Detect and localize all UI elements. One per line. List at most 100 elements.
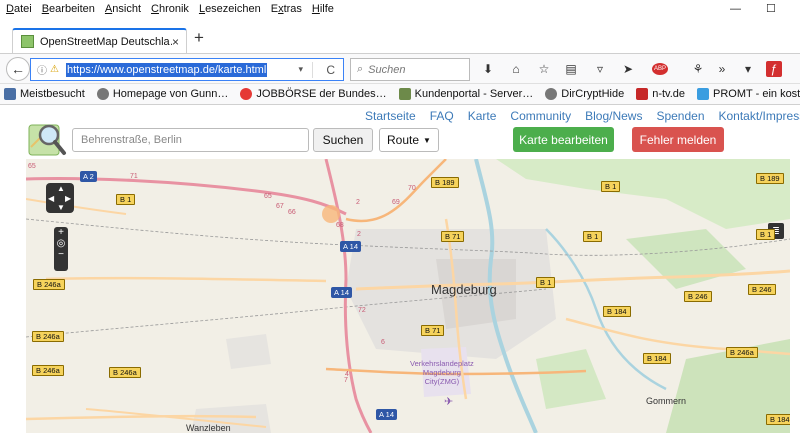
road-shield: B 246a: [32, 365, 64, 376]
bookmark-promt[interactable]: PROMT - ein kostenlo…: [697, 88, 800, 100]
osm-logo-icon[interactable]: [27, 119, 67, 159]
dropdown-chevron-icon[interactable]: ▾: [740, 61, 756, 77]
exit-number: 6: [381, 339, 385, 346]
place-search-input[interactable]: Behrenstraße, Berlin: [72, 128, 309, 152]
menu-ansicht[interactable]: Ansicht: [105, 3, 141, 15]
flash-icon[interactable]: ƒ: [766, 61, 782, 77]
bookmark-star-icon[interactable]: ☆: [536, 61, 552, 77]
pan-left-icon[interactable]: ◀: [48, 194, 54, 203]
tab-openstreetmap[interactable]: OpenStreetMap Deutschla… ×: [12, 28, 187, 53]
exit-number: 66: [288, 209, 296, 216]
autobahn-shield: A 14: [331, 287, 353, 298]
extension-icon[interactable]: ⚘: [690, 61, 706, 77]
link-community[interactable]: Community: [510, 109, 571, 123]
bookmark-meistbesucht[interactable]: Meistbesucht: [4, 88, 85, 100]
airport-label: Verkehrslandeplatz Magdeburg City(ZMG): [410, 359, 474, 386]
town-label-wanzleben: Wanzleben: [186, 423, 231, 433]
menu-lesezeichen[interactable]: Lesezeichen: [199, 3, 261, 15]
menu-extras[interactable]: Extras: [271, 3, 302, 15]
road-shield: B 71: [441, 231, 465, 242]
road-shield: B 246a: [33, 279, 65, 290]
url-bar[interactable]: ⓘ ⚠ https://www.openstreetmap.de/karte.h…: [30, 58, 344, 81]
zoom-control: + ◎ −: [54, 227, 68, 271]
airport-icon: ✈: [444, 396, 454, 408]
back-button[interactable]: ←: [6, 57, 30, 81]
road-shield: B 71: [421, 325, 445, 336]
bookmark-ntv[interactable]: n-tv.de: [636, 88, 685, 100]
exit-number: 70: [408, 185, 416, 192]
pan-down-icon[interactable]: ▼: [57, 203, 65, 212]
city-label: Magdeburg: [431, 282, 497, 297]
osm-top-navigation: Startseite FAQ Karte Community Blog/News…: [365, 109, 800, 123]
search-button[interactable]: Suchen: [313, 128, 373, 152]
zoom-out-button[interactable]: −: [54, 249, 68, 260]
download-icon[interactable]: ⬇: [480, 61, 496, 77]
edit-map-button[interactable]: Karte bearbeiten: [513, 127, 614, 152]
link-blog-news[interactable]: Blog/News: [585, 109, 642, 123]
exit-number: 65: [28, 163, 36, 170]
bookmarks-toolbar: Meistbesucht Homepage von Gunn… JOBBÖRSE…: [0, 84, 800, 105]
insecure-warning-icon[interactable]: ⚠: [50, 64, 59, 75]
overflow-menu-icon[interactable]: »: [714, 61, 730, 77]
road-shield: B 246a: [726, 347, 758, 358]
road-shield: B 1: [756, 229, 776, 240]
site-info-icon[interactable]: ⓘ: [37, 62, 47, 77]
locate-icon[interactable]: ◎: [54, 238, 68, 249]
url-dropdown-icon[interactable]: ▾: [298, 64, 303, 75]
minimize-button[interactable]: —: [730, 0, 741, 17]
report-error-button[interactable]: Fehler melden: [632, 127, 724, 152]
link-spenden[interactable]: Spenden: [656, 109, 704, 123]
road-shield: B 1: [116, 194, 136, 205]
road-shield: B 184: [643, 353, 671, 364]
autobahn-shield: A 14: [376, 409, 398, 420]
osm-favicon-icon: [21, 35, 34, 48]
bookmark-star-icon: [4, 88, 16, 100]
menu-chronik[interactable]: Chronik: [151, 3, 189, 15]
pocket-icon[interactable]: ▿: [592, 61, 608, 77]
arbeitsagentur-icon: [240, 88, 253, 100]
reader-view-icon[interactable]: ▤: [563, 61, 579, 77]
menu-datei[interactable]: Datei: [6, 3, 32, 15]
maximize-button[interactable]: ☐: [766, 0, 776, 17]
menu-hilfe[interactable]: Hilfe: [312, 3, 334, 15]
reload-icon[interactable]: C: [326, 63, 335, 77]
link-karte[interactable]: Karte: [468, 109, 497, 123]
bookmark-kundenportal[interactable]: Kundenportal - Server…: [398, 88, 533, 100]
pan-up-icon[interactable]: ▲: [57, 184, 65, 193]
navigation-toolbar: ← ⓘ ⚠ https://www.openstreetmap.de/karte…: [0, 53, 800, 84]
route-label: Route: [387, 133, 420, 147]
link-kontakt-impressum[interactable]: Kontakt/Impressum: [719, 109, 800, 123]
autobahn-shield: A 2: [80, 171, 97, 182]
exit-number: 67: [276, 203, 284, 210]
route-button[interactable]: Route ▼: [379, 128, 439, 152]
exit-number: 65: [264, 193, 272, 200]
menu-bearbeiten[interactable]: Bearbeiten: [42, 3, 95, 15]
link-faq[interactable]: FAQ: [430, 109, 454, 123]
exit-number: 69: [392, 199, 400, 206]
road-shield: B 189: [756, 173, 784, 184]
road-shield: B 246: [684, 291, 712, 302]
home-icon[interactable]: ⌂: [508, 61, 524, 77]
globe-icon: [96, 88, 109, 100]
new-tab-button[interactable]: +: [194, 28, 204, 48]
url-text[interactable]: https://www.openstreetmap.de/karte.html: [65, 62, 268, 77]
road-shield: B 189: [431, 177, 459, 188]
road-shield: B 184: [603, 306, 631, 317]
pan-right-icon[interactable]: ▶: [65, 194, 71, 203]
bookmark-homepage[interactable]: Homepage von Gunn…: [96, 88, 228, 100]
tab-title: OpenStreetMap Deutschla…: [40, 35, 172, 48]
send-icon[interactable]: ➤: [620, 61, 636, 77]
page-content: Startseite FAQ Karte Community Blog/News…: [0, 105, 800, 433]
autobahn-shield: A 14: [340, 241, 362, 252]
exit-number: 2: [357, 231, 361, 238]
ntv-icon: [636, 88, 649, 100]
zoom-in-button[interactable]: +: [54, 227, 68, 238]
bookmark-dircrypthide[interactable]: DirCryptHide: [545, 88, 624, 100]
tab-close-icon[interactable]: ×: [172, 35, 179, 49]
pan-control[interactable]: ▲ ◀ ▶ ▼: [46, 183, 74, 213]
map-canvas[interactable]: ▲ ◀ ▶ ▼ + ◎ − ≣ Magdeburg Wanzleben Gomm…: [26, 159, 790, 433]
bookmark-jobboerse[interactable]: JOBBÖRSE der Bundes…: [240, 88, 387, 100]
link-startseite[interactable]: Startseite: [365, 109, 416, 123]
search-bar[interactable]: ⌕ Suchen: [350, 58, 470, 81]
adblock-icon[interactable]: ABP: [649, 61, 671, 77]
